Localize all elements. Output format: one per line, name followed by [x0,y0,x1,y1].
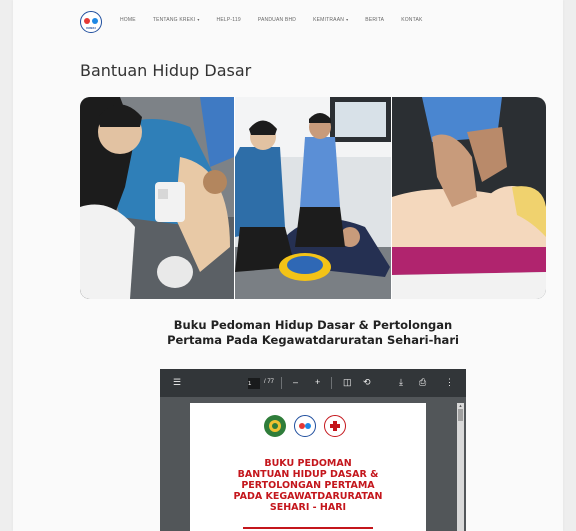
photo-aed-training [80,97,234,299]
cover-divider [243,527,373,529]
photo-rescue-scene [235,97,391,299]
nav-item-help-119[interactable]: HELP-119 [217,17,241,23]
chevron-down-icon: ▾ [346,17,349,22]
photo-cpr-compressions [392,97,546,299]
plus-icon[interactable]: + [315,377,320,387]
nav-item-label: KEMITRAAN [313,17,345,23]
chevron-down-icon: ▾ [197,17,200,22]
nav-menu: HOME TENTANG KREKI ▾ HELP-119 PANDUAN BHD KEM… [120,17,440,23]
page-total: / 77 [264,379,275,385]
kreki-seal-icon [294,415,316,437]
scroll-thumb[interactable] [458,409,463,421]
nav-item-label: HELP-119 [216,17,241,23]
pdf-viewer[interactable]: ☰ / 77 – + ◫ ⟲ ⤓ ⎙ ⋮ [160,369,466,531]
nav-item-tentang-kreki[interactable]: TENTANG KREKI ▾ [153,17,200,23]
minus-icon[interactable]: – [293,377,298,387]
toolbar-divider [331,377,332,389]
nav-item-kontak[interactable]: KONTAK [401,17,422,23]
nav-item-label: TENTANG KREKI [152,17,196,23]
rotate-icon[interactable]: ⟲ [363,377,371,388]
page-title: Bantuan Hidup Dasar [80,61,252,80]
more-icon[interactable]: ⋮ [445,377,454,388]
nav-item-panduan-bhd[interactable]: PANDUAN BHD [258,17,296,23]
toolbar-divider [281,377,282,389]
book-title-line: BUKU PEDOMAN [264,458,352,469]
pdf-scrollbar[interactable]: ▲ [457,403,464,531]
logo-mark [84,18,98,26]
download-icon[interactable]: ⤓ [399,377,403,388]
cover-logos [264,415,346,437]
nav-item-label: HOME [120,17,136,23]
ministry-seal-icon [264,415,286,437]
print-icon[interactable]: ⎙ [419,377,426,388]
page: KREKI HOME TENTANG KREKI ▾ HELP-119 PANDUAN … [13,0,563,531]
book-title-line: BANTUAN HIDUP DASAR & [237,469,379,480]
logo-caption: KREKI [86,26,96,30]
nav-item-label: BERITA [365,17,385,23]
scroll-up-icon[interactable]: ▲ [458,403,463,408]
logo-dot-red [84,18,90,24]
nav-item-berita[interactable]: BERITA [365,17,384,23]
nav-item-label: KONTAK [401,17,423,23]
nav-item-label: PANDUAN BHD [257,17,297,23]
nav-item-home[interactable]: HOME [120,17,136,23]
book-cover-title: BUKU PEDOMAN BANTUAN HIDUP DASAR & PERTOLO… [190,458,426,513]
nav-item-kemitraan[interactable]: KEMITRAAN ▾ [313,17,348,23]
hero-image [80,97,546,299]
menu-icon[interactable]: ☰ [173,377,181,388]
kreki-logo[interactable]: KREKI [80,11,102,33]
logo-dot-blue [92,18,98,24]
fit-page-icon[interactable]: ◫ [343,377,352,388]
hero-collage [80,97,546,299]
book-title-line: PADA KEGAWATDARURATAN [233,491,383,502]
pdf-toolbar: ☰ / 77 – + ◫ ⟲ ⤓ ⎙ ⋮ [160,369,466,397]
book-title-line: SEHARI - HARI [269,502,347,513]
book-title-line: PERTOLONGAN PERTAMA [241,480,375,491]
page-number-input[interactable] [248,378,260,389]
pdf-page: BUKU PEDOMAN BANTUAN HIDUP DASAR & PERTOLO… [190,403,426,531]
navbar: KREKI HOME TENTANG KREKI ▾ HELP-119 PANDUAN … [13,0,563,42]
red-cross-seal-icon [324,415,346,437]
handbook-heading: Buku Pedoman Hidup Dasar & Pertolongan P… [167,318,459,347]
